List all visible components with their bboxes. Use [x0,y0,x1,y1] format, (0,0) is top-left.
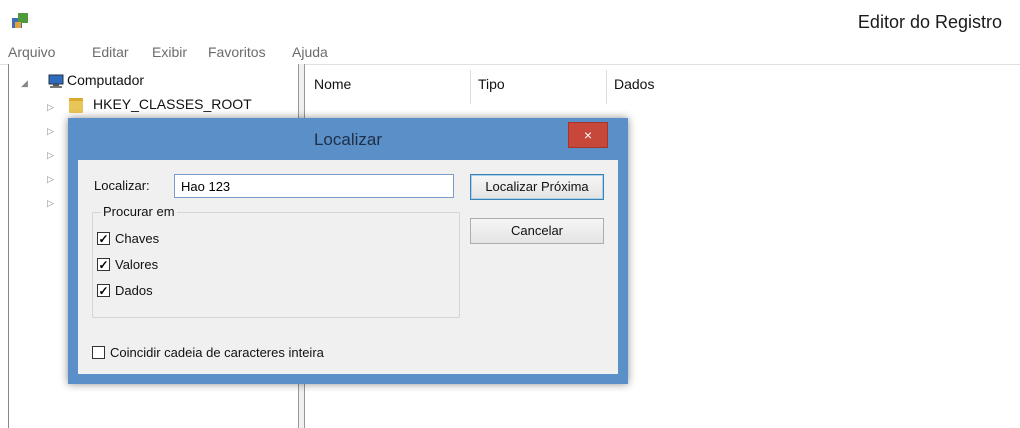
menu-favoritos[interactable]: Favoritos [208,44,266,60]
folder-icon [69,98,83,113]
find-next-button[interactable]: Localizar Próxima [470,174,604,200]
collapse-icon[interactable]: ◢ [21,78,28,89]
match-whole-string-checkbox[interactable] [92,346,105,359]
expand-icon[interactable]: ▷ [47,174,54,185]
menu-exibir[interactable]: Exibir [152,44,187,60]
expand-icon[interactable]: ▷ [47,198,54,209]
column-header-nome[interactable]: Nome [314,76,351,92]
column-divider[interactable] [470,70,471,104]
cancel-button[interactable]: Cancelar [470,218,604,244]
match-whole-string-label[interactable]: Coincidir cadeia de caracteres inteira [110,345,324,360]
keys-checkbox[interactable]: ✓ [97,232,110,245]
find-dialog: Localizar × Localizar: Localizar Próxima… [68,118,628,384]
data-label[interactable]: Dados [115,283,153,298]
column-header-dados[interactable]: Dados [614,76,654,92]
menu-bar: Arquivo Editar Exibir Favoritos Ajuda [0,42,1020,65]
values-label[interactable]: Valores [115,257,158,272]
close-icon[interactable]: × [568,122,608,148]
computer-icon [48,74,64,88]
expand-icon[interactable]: ▷ [47,102,54,113]
expand-icon[interactable]: ▷ [47,126,54,137]
window-title: Editor do Registro [857,12,1002,32]
column-divider[interactable] [606,70,607,104]
checkmark-icon: ✓ [98,232,109,246]
data-checkbox[interactable]: ✓ [97,284,110,297]
dialog-title: Localizar [313,130,383,149]
values-checkbox[interactable]: ✓ [97,258,110,271]
expand-icon[interactable]: ▷ [47,150,54,161]
search-in-group: Procurar em ✓ Chaves ✓ Valores ✓ Dados [92,204,460,318]
column-header-tipo[interactable]: Tipo [478,76,505,92]
menu-ajuda[interactable]: Ajuda [292,44,328,60]
dialog-body: Localizar: Localizar Próxima Cancelar Pr… [78,160,618,374]
menu-arquivo[interactable]: Arquivo [8,44,55,60]
find-input[interactable] [174,174,454,198]
checkmark-icon: ✓ [98,258,109,272]
group-title: Procurar em [101,204,177,219]
menu-editar[interactable]: Editar [92,44,129,60]
checkmark-icon: ✓ [98,284,109,298]
keys-label[interactable]: Chaves [115,231,159,246]
tree-node-hkey-classes-root[interactable]: HKEY_CLASSES_ROOT [93,96,252,112]
tree-node-computer[interactable]: Computador [67,72,144,88]
registry-editor-icon [12,13,28,28]
title-bar: Editor do Registro [0,0,1020,42]
find-label: Localizar: [94,178,150,193]
